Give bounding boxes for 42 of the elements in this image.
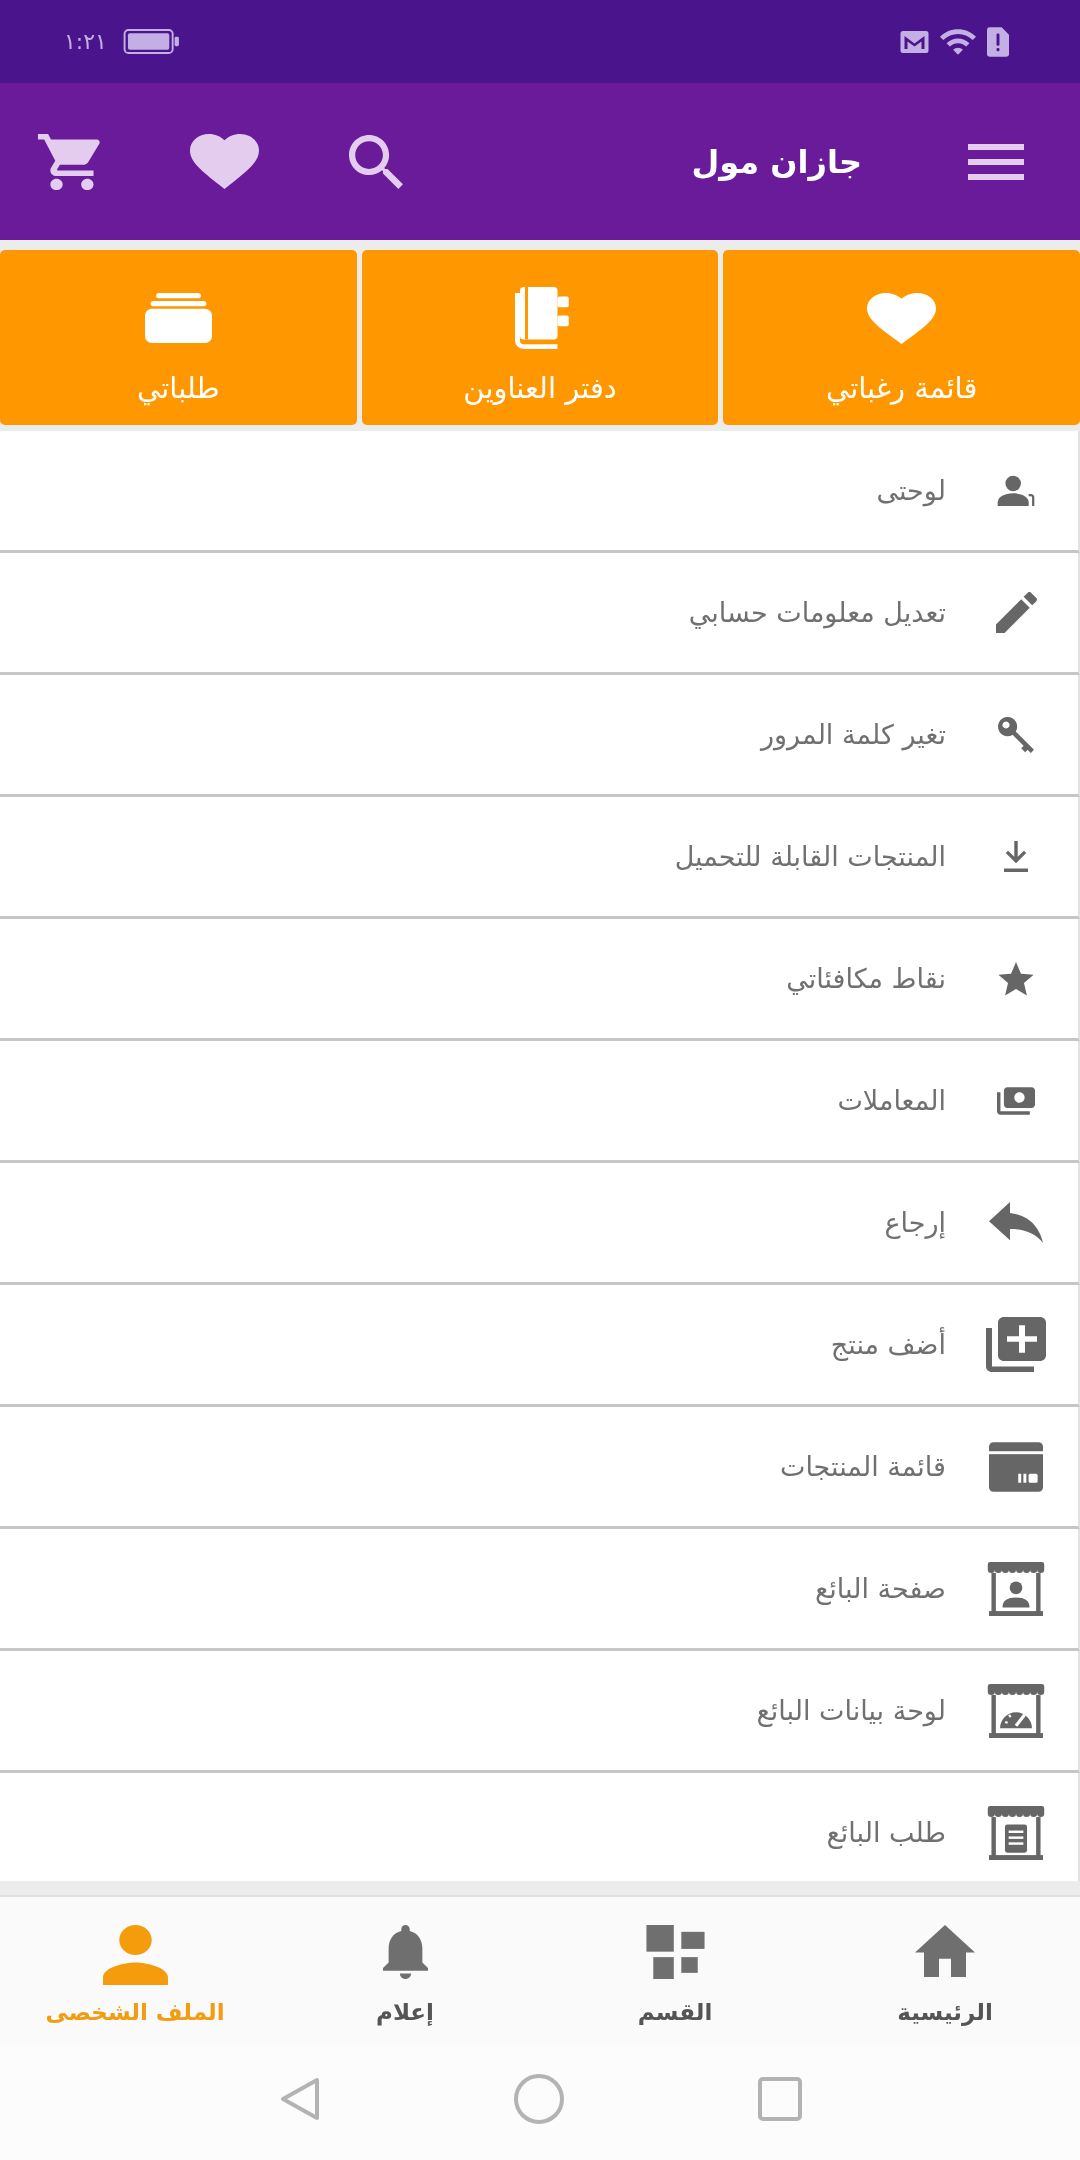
status-time: ١:٢١ xyxy=(64,28,107,55)
nav-tab[interactable]: الرئيسية xyxy=(810,1897,1080,2045)
cart-icon[interactable] xyxy=(38,133,100,190)
reply-arrow-icon xyxy=(989,1202,1043,1243)
storefront-document-icon xyxy=(986,1805,1046,1860)
menu-item[interactable]: المنتجات القابلة للتحميل xyxy=(0,797,1080,919)
person-icon xyxy=(102,1925,168,1985)
heart-icon xyxy=(867,292,937,344)
person-icon xyxy=(997,475,1035,506)
storefront-gauge-icon xyxy=(986,1683,1046,1738)
search-icon[interactable] xyxy=(349,134,403,189)
battery-icon xyxy=(122,29,180,54)
bell-icon xyxy=(382,1925,428,1979)
menu-item[interactable]: المعاملات xyxy=(0,1041,1080,1163)
banknote-icon xyxy=(997,1086,1035,1115)
app-title: جازان مول xyxy=(691,141,862,183)
folder-stack-icon xyxy=(144,293,212,343)
sim-alert-icon xyxy=(987,26,1009,57)
menu-item[interactable]: لوحتى xyxy=(0,431,1080,553)
menu-icon[interactable] xyxy=(968,143,1024,180)
nav-tab[interactable]: القسم xyxy=(540,1897,810,2045)
menu-item[interactable]: تغير كلمة المرور xyxy=(0,675,1080,797)
menu-item[interactable]: إرجاع xyxy=(0,1163,1080,1285)
home-icon xyxy=(915,1925,975,1977)
download-icon xyxy=(1004,839,1028,874)
menu-item[interactable]: قائمة المنتجات xyxy=(0,1407,1080,1529)
nav-tab[interactable]: إعلام xyxy=(270,1897,540,2045)
pencil-icon xyxy=(993,592,1039,633)
menu-item[interactable]: أضف منتج xyxy=(0,1285,1080,1407)
storefront-person-icon xyxy=(986,1561,1046,1616)
card-icon xyxy=(989,1441,1043,1492)
key-icon xyxy=(997,716,1035,753)
add-box-icon xyxy=(986,1317,1046,1372)
wifi-icon xyxy=(940,28,976,55)
menu-item[interactable]: تعديل معلومات حسابي xyxy=(0,553,1080,675)
star-icon xyxy=(997,961,1035,996)
menu-item[interactable]: صفحة البائع xyxy=(0,1529,1080,1651)
heart-icon[interactable] xyxy=(190,134,259,189)
menu-item[interactable]: لوحة بيانات البائع xyxy=(0,1651,1080,1773)
grid-icon xyxy=(645,1925,705,1979)
mail-icon xyxy=(900,30,929,53)
menu-item[interactable]: نقاط مكافئاتي xyxy=(0,919,1080,1041)
